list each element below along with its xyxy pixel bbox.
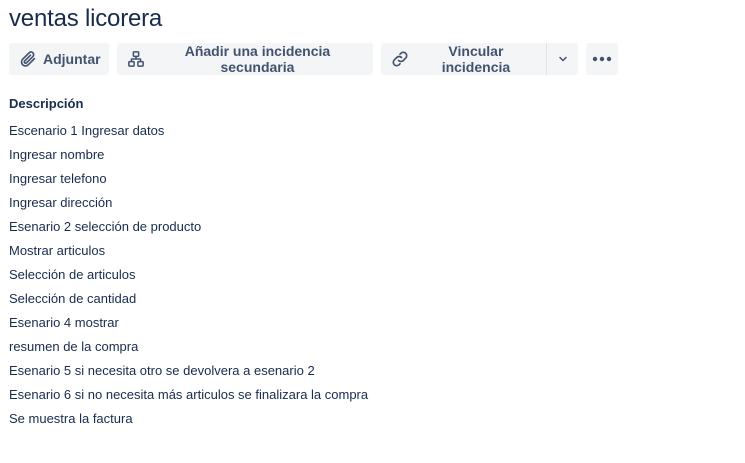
more-horizontal-icon (592, 56, 612, 62)
attach-button[interactable]: Adjuntar (9, 43, 109, 75)
description-line: Esenario 6 si no necesita más articulos … (9, 387, 369, 402)
link-issue-button[interactable]: Vincular incidencia (381, 43, 546, 75)
description-body[interactable]: Escenario 1 Ingresar datos Ingresar nomb… (9, 119, 709, 431)
link-issue-dropdown-button[interactable] (546, 43, 578, 75)
paperclip-icon (19, 49, 37, 69)
link-issue-split-button: Vincular incidencia (381, 43, 578, 75)
description-line: Selección de cantidad (9, 291, 137, 306)
description-line: Mostrar articulos (9, 243, 106, 258)
add-child-issue-button[interactable]: Añadir una incidencia secundaria (117, 43, 373, 75)
issue-view: ventas licorera Adjuntar Añadir una inci… (0, 0, 745, 463)
issue-toolbar: Adjuntar Añadir una incidencia secundari… (9, 43, 618, 75)
attach-button-label: Adjuntar (43, 51, 101, 67)
description-line: Esenario 5 si necesita otro se devolvera… (9, 363, 315, 378)
description-line: Esenario 2 selección de producto (9, 219, 202, 234)
description-line: Ingresar dirección (9, 195, 113, 210)
hierarchy-icon (127, 49, 146, 69)
description-line: Se muestra la factura (9, 411, 133, 426)
description-heading: Descripción (9, 96, 84, 111)
add-child-issue-label: Añadir una incidencia secundaria (184, 43, 331, 75)
description-line: resumen de la compra (9, 339, 139, 354)
description-section: Descripción Escenario 1 Ingresar datos I… (9, 95, 709, 431)
description-line: Esenario 4 mostrar (9, 315, 119, 330)
link-icon (391, 49, 410, 69)
description-line: Ingresar telefono (9, 171, 107, 186)
more-actions-button[interactable] (586, 43, 618, 75)
description-line: Ingresar nombre (9, 147, 105, 162)
link-issue-label: Vincular incidencia (441, 43, 511, 75)
chevron-down-icon (557, 53, 569, 65)
issue-title[interactable]: ventas licorera (9, 5, 162, 33)
description-line: Selección de articulos (9, 267, 136, 282)
description-line: Escenario 1 Ingresar datos (9, 123, 165, 138)
